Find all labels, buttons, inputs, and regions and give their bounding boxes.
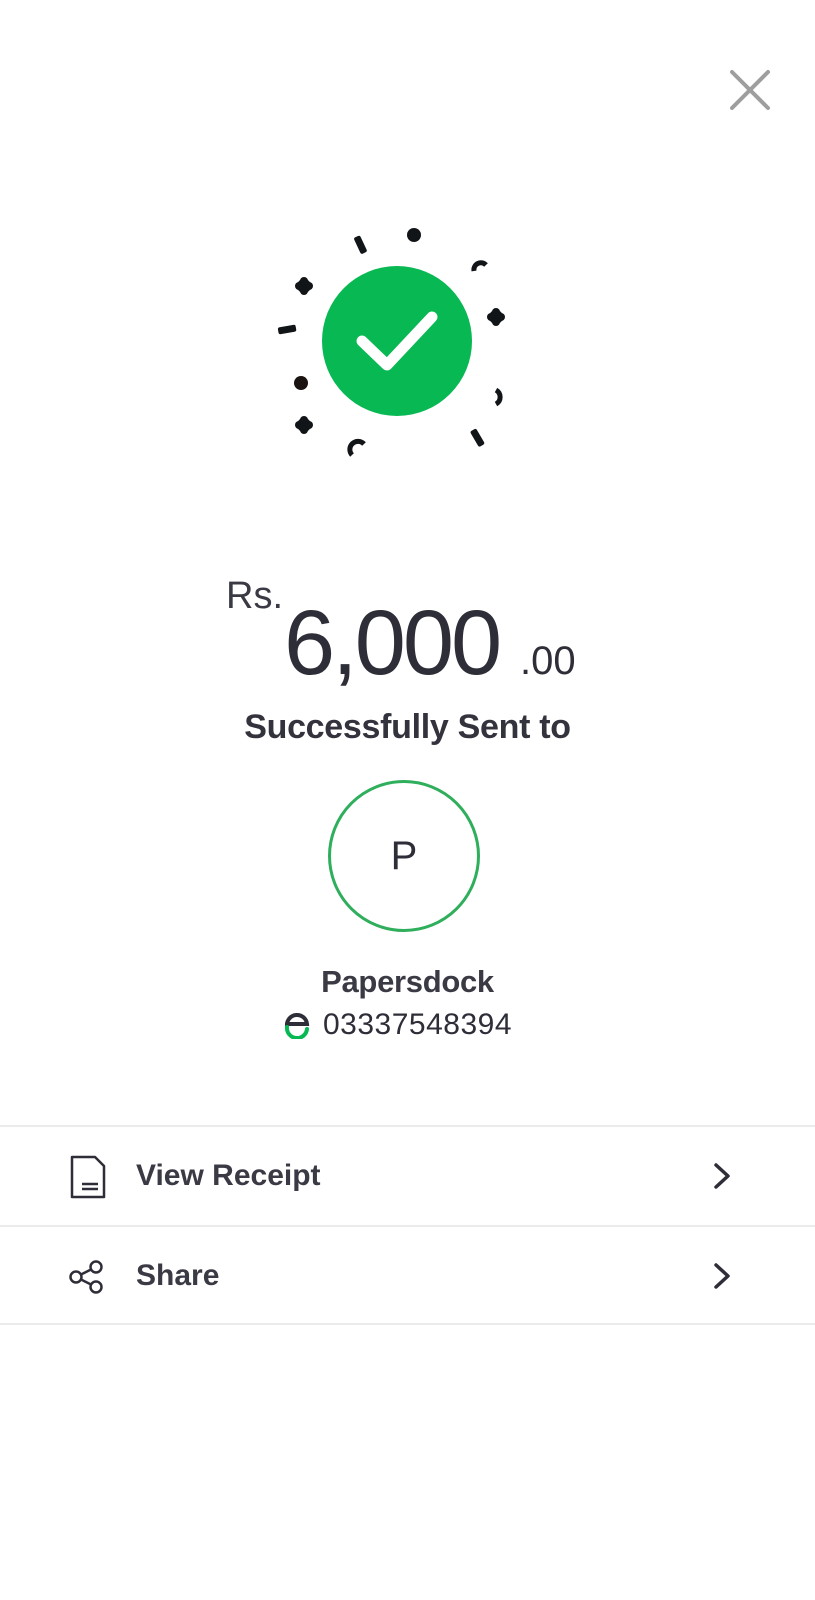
amount-display: Rs. 6,000 .00 xyxy=(0,565,815,689)
view-receipt-button[interactable]: View Receipt xyxy=(0,1125,815,1225)
share-icon xyxy=(69,1260,103,1294)
easypaisa-e-icon xyxy=(284,1013,310,1039)
close-button[interactable] xyxy=(728,68,772,112)
chevron-right-icon xyxy=(714,1163,730,1189)
view-receipt-label: View Receipt xyxy=(136,1159,321,1192)
status-text: Successfully Sent to xyxy=(244,708,571,746)
recipient-avatar: P xyxy=(328,780,480,932)
success-graphic xyxy=(270,225,530,470)
chevron-right-icon xyxy=(714,1263,730,1289)
amount-whole: 6,000 xyxy=(284,592,502,694)
share-label: Share xyxy=(136,1259,220,1292)
recipient-name: Papersdock xyxy=(321,964,494,999)
receipt-icon xyxy=(70,1155,106,1199)
close-icon xyxy=(730,70,770,110)
check-circle-icon xyxy=(322,266,472,416)
action-list: View Receipt Share xyxy=(0,1125,815,1325)
amount-currency: Rs. xyxy=(226,575,283,617)
recipient-account: 03337548394 xyxy=(283,1005,512,1045)
recipient-number: 03337548394 xyxy=(323,1008,513,1041)
amount-decimal: .00 xyxy=(520,639,576,683)
share-button[interactable]: Share xyxy=(0,1225,815,1325)
avatar-initial: P xyxy=(390,833,418,878)
